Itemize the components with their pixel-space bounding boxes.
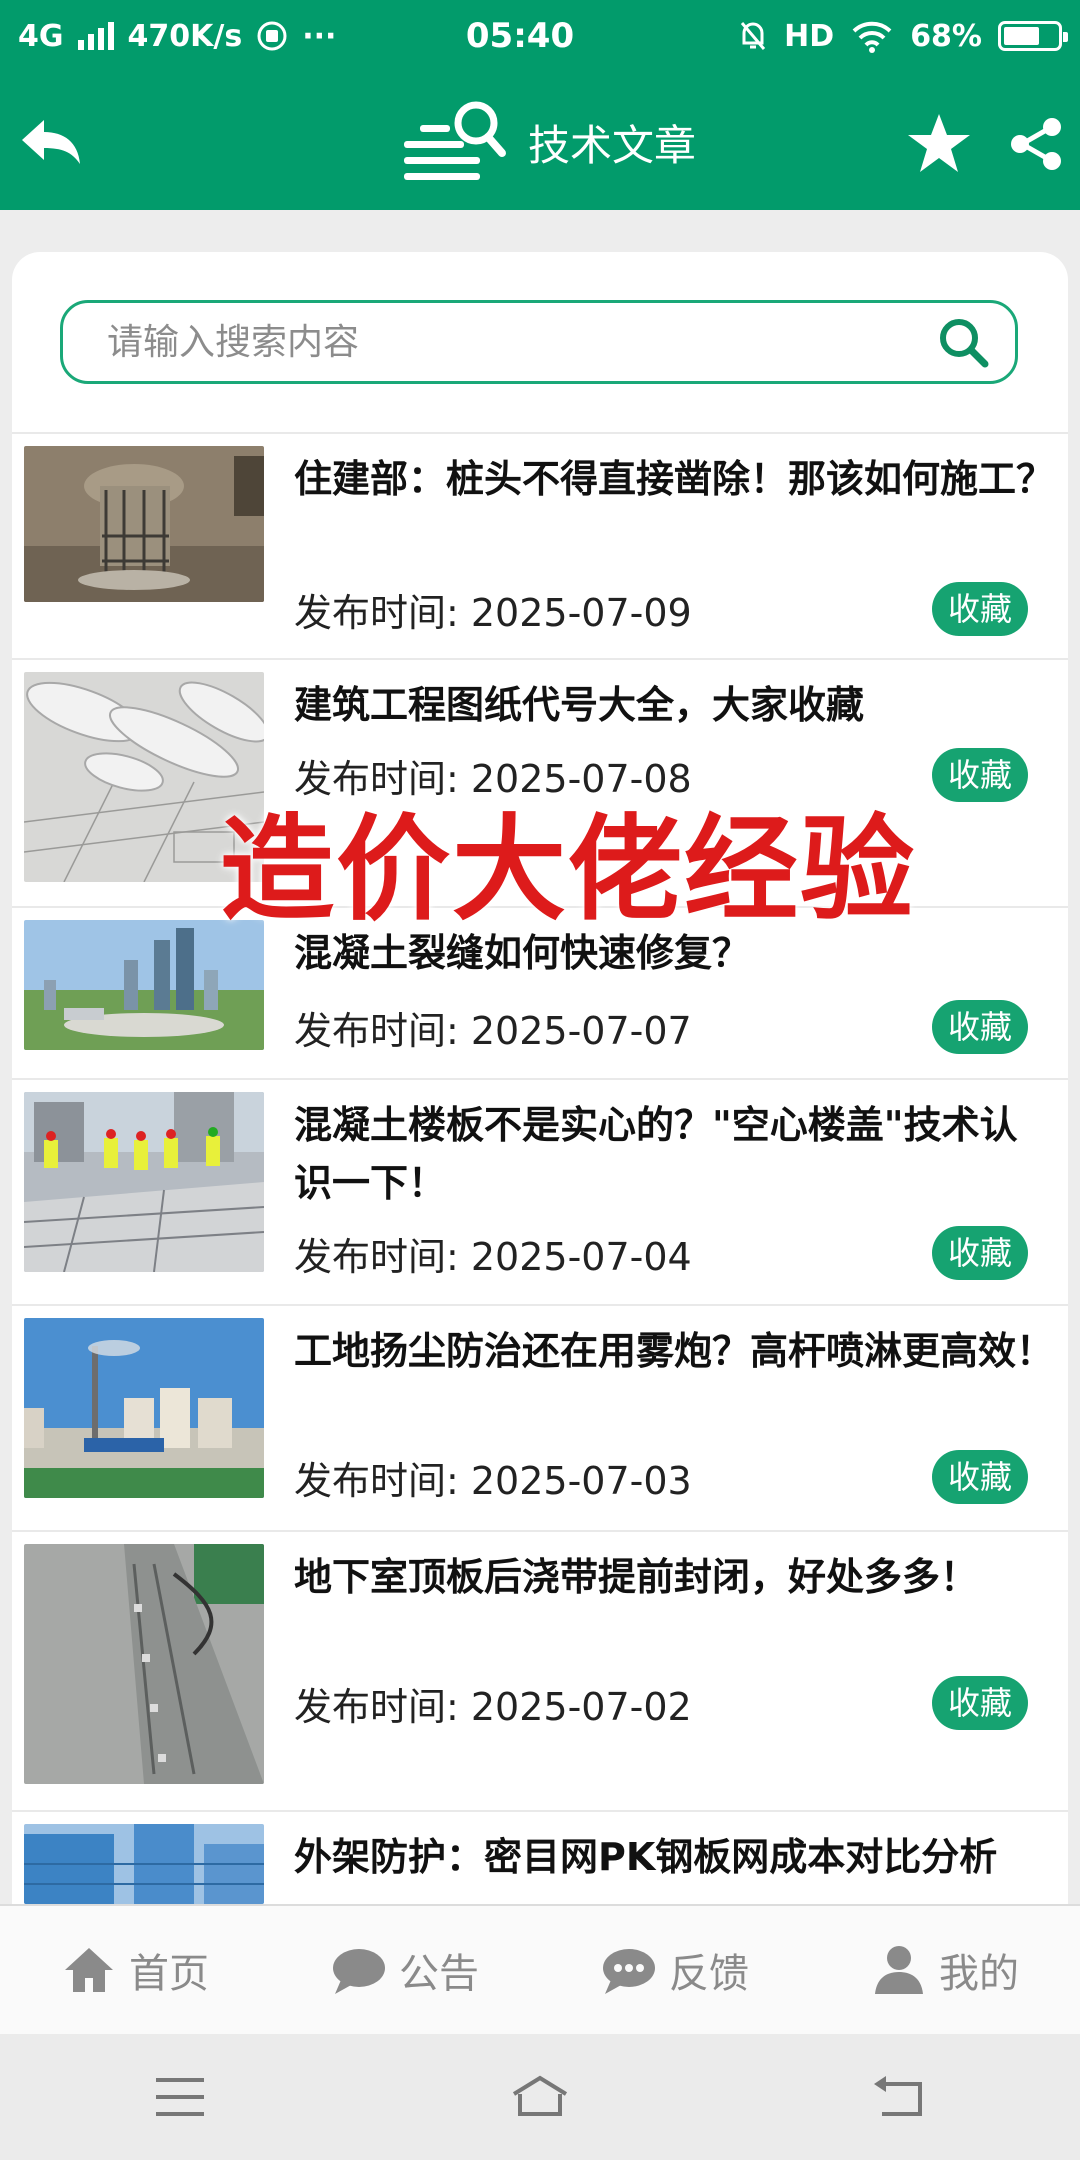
nav-profile-label: 我的 (939, 1951, 1019, 1997)
list-item[interactable]: 外架防护：密目网PK钢板网成本对比分析 (12, 1810, 1068, 1912)
favorite-button[interactable]: 收藏 (932, 582, 1028, 636)
more-indicator: ··· (302, 18, 337, 54)
menu-icon[interactable] (148, 2070, 212, 2124)
back-arrow-icon[interactable] (18, 114, 84, 170)
favorite-button[interactable]: 收藏 (932, 1450, 1028, 1504)
publish-date: 发布时间: 2025-07-02 (294, 1685, 692, 1729)
publish-date: 发布时间: 2025-07-04 (294, 1235, 692, 1279)
mute-bell-icon (741, 22, 766, 50)
search-bar (60, 300, 1018, 384)
hd-indicator: HD (784, 18, 835, 54)
favorite-button[interactable]: 收藏 (932, 1676, 1028, 1730)
page-title: 技术文章 (528, 120, 697, 170)
article-title: 外架防护：密目网PK钢板网成本对比分析 (294, 1835, 998, 1879)
share-icon[interactable] (1008, 116, 1064, 172)
user-icon (875, 1946, 923, 1994)
wifi-icon (852, 21, 892, 53)
page-title-group: 技术文章 (400, 101, 697, 182)
article-title: 建筑工程图纸代号大全，大家收藏 (294, 683, 865, 727)
article-thumbnail (24, 446, 264, 602)
publish-date: 发布时间: 2025-07-07 (294, 1009, 692, 1053)
nav-notice-label: 公告 (399, 1951, 479, 1997)
feedback-icon (603, 1949, 655, 1994)
favorite-button[interactable]: 收藏 (932, 1226, 1028, 1280)
content-card: 住建部：桩头不得直接凿除！那该如何施工？ 发布时间: 2025-07-09 收藏… (12, 252, 1068, 1912)
list-item[interactable]: 住建部：桩头不得直接凿除！那该如何施工？ 发布时间: 2025-07-09 收藏 (12, 432, 1068, 658)
article-title: 住建部：桩头不得直接凿除！那该如何施工？ (294, 457, 1055, 501)
favorite-button[interactable]: 收藏 (932, 1000, 1028, 1054)
favorite-button[interactable]: 收藏 (932, 748, 1028, 802)
back-key-icon[interactable] (868, 2070, 932, 2124)
signal-icon (77, 22, 114, 50)
overlay-caption: 造价大佬经验 (220, 803, 917, 936)
nav-profile[interactable]: 我的 (810, 1906, 1080, 2034)
network-type: 4G (18, 18, 64, 54)
article-thumbnail (24, 1318, 264, 1498)
network-speed: 470K/s (127, 18, 243, 54)
nav-notice[interactable]: 公告 (270, 1906, 540, 2034)
article-search-icon (404, 101, 506, 180)
publish-date: 发布时间: 2025-07-08 (294, 757, 692, 801)
app-header: 技术文章 (0, 72, 1080, 210)
bottom-nav: 首页 公告 反馈 我的 (0, 1904, 1080, 2034)
nav-home-label: 首页 (129, 1951, 209, 1997)
search-input[interactable] (107, 321, 935, 363)
nav-feedback[interactable]: 反馈 (540, 1906, 810, 2034)
article-thumbnail (24, 1824, 264, 1904)
star-icon[interactable] (906, 112, 972, 174)
status-bar: 4G 470K/s ··· 05:40 HD 68% (0, 0, 1080, 72)
article-title: 地下室顶板后浇带提前封闭，好处多多！ (294, 1555, 979, 1599)
battery-percent: 68% (910, 18, 982, 54)
article-thumbnail (24, 1092, 264, 1272)
system-nav-bar (0, 2034, 1080, 2160)
search-icon[interactable] (935, 314, 991, 370)
article-thumbnail (24, 1544, 264, 1784)
article-title: 工地扬尘防治还在用雾炮？高杆喷淋更高效！ (294, 1329, 1055, 1373)
list-item[interactable]: 混凝土楼板不是实心的？"空心楼盖"技术认识一下！ 发布时间: 2025-07-0… (12, 1078, 1068, 1304)
battery-icon (998, 21, 1068, 51)
notification-app-icon (257, 21, 287, 51)
publish-date: 发布时间: 2025-07-03 (294, 1459, 692, 1503)
nav-feedback-label: 反馈 (669, 1951, 749, 1997)
chat-bubble-icon (333, 1949, 385, 1994)
article-title: 混凝土楼板不是实心的？"空心楼盖"技术认识一下！ (294, 1103, 1018, 1205)
clock: 05:40 (465, 16, 575, 56)
home-key-icon[interactable] (508, 2070, 572, 2124)
nav-home[interactable]: 首页 (0, 1906, 270, 2034)
list-item[interactable]: 地下室顶板后浇带提前封闭，好处多多！ 发布时间: 2025-07-02 收藏 (12, 1530, 1068, 1810)
home-icon (65, 1948, 113, 1992)
list-item[interactable]: 工地扬尘防治还在用雾炮？高杆喷淋更高效！ 发布时间: 2025-07-03 收藏 (12, 1304, 1068, 1530)
publish-date: 发布时间: 2025-07-09 (294, 591, 692, 635)
